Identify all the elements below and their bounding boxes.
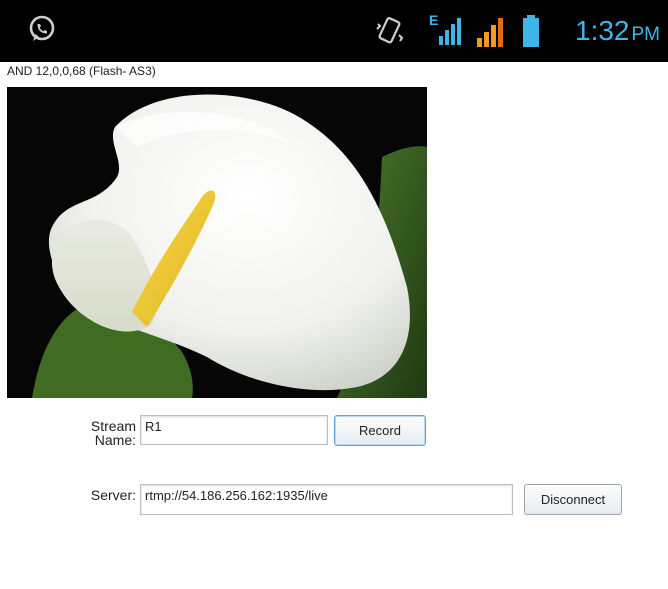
- stream-name-input[interactable]: R1: [140, 415, 328, 445]
- vibrate-icon: [376, 17, 404, 44]
- flash-version-text: AND 12,0,0,68 (Flash- AS3): [7, 64, 156, 78]
- signal-sim2-icon: [477, 18, 503, 47]
- whatsapp-icon: [27, 14, 57, 49]
- server-url-input[interactable]: rtmp://54.186.256.162:1935/live: [140, 484, 513, 515]
- stream-label-line1: Stream: [90, 418, 136, 434]
- record-button[interactable]: Record: [334, 415, 426, 446]
- server-label: Server:: [90, 487, 136, 503]
- calla-lily-image: [7, 87, 427, 398]
- clock-time: 1:32: [575, 15, 630, 46]
- status-clock: 1:32 PM: [575, 17, 660, 49]
- battery-icon: [523, 15, 539, 47]
- status-bar: E 1:32 PM: [0, 0, 668, 62]
- stream-name-label: Stream Name:: [74, 419, 136, 447]
- clock-ampm: PM: [631, 24, 661, 45]
- disconnect-button[interactable]: Disconnect: [524, 484, 622, 515]
- signal-sim1-icon: E: [429, 12, 463, 48]
- camera-preview: [7, 87, 427, 398]
- stream-label-line2: Name:: [94, 432, 136, 448]
